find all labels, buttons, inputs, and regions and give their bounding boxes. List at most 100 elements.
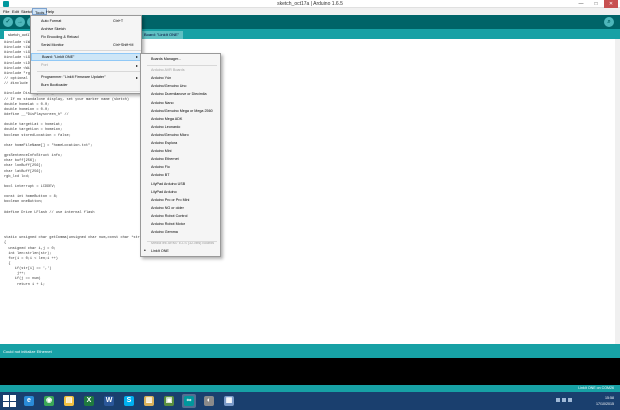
app-glyph: S [124, 396, 134, 406]
board-item-label: LilyPad Arduino [151, 189, 177, 194]
board-item-20[interactable]: Arduino Robot Motor [141, 221, 220, 229]
arduino-ide-window: sketch_oct17a | Arduino 1.6.5 — □ ✕ File… [0, 0, 620, 410]
menu-separator [37, 71, 141, 72]
board-item-12[interactable]: Arduino Ethernet [141, 156, 220, 164]
clock-date[interactable]: 17/10/2015 [596, 402, 614, 406]
board-item-1: Arduino AVR Boards [141, 67, 220, 75]
board-item-2[interactable]: Arduino Yún [141, 75, 220, 83]
menu-separator [147, 65, 217, 66]
tools-item-4[interactable]: Board: "LinkIt ONE" [31, 53, 141, 61]
board-item-5[interactable]: Arduino Nano [141, 100, 220, 108]
board-item-8[interactable]: Arduino Leonardo [141, 124, 220, 132]
board-item-7[interactable]: Arduino Mega ADK [141, 116, 220, 124]
app-glyph: ▣ [164, 396, 174, 406]
tray-icon[interactable] [562, 398, 566, 402]
tools-item-2[interactable]: Fix Encoding & Reload [31, 34, 141, 42]
board-item-14[interactable]: Arduino BT [141, 172, 220, 180]
board-item-17[interactable]: Arduino Pro or Pro Mini [141, 197, 220, 205]
board-item-label: Arduino BT [151, 173, 170, 178]
board-item-label: Arduino Esplora [151, 141, 178, 145]
taskbar-explorer-icon[interactable]: ▤ [62, 394, 76, 408]
app-glyph: ▥ [144, 396, 154, 406]
tools-item-label: Port [41, 63, 48, 67]
board-item-19[interactable]: Arduino Robot Control [141, 213, 220, 221]
taskbar-files-icon[interactable]: ▥ [142, 394, 156, 408]
minimize-button[interactable]: — [574, 0, 588, 8]
board-item-label: Arduino Mega ADK [151, 116, 183, 121]
console-output [0, 358, 620, 385]
app-glyph: X [84, 396, 94, 406]
tools-item-5[interactable]: Port [31, 62, 141, 70]
board-item-13[interactable]: Arduino Fio [141, 164, 220, 172]
board-port-status: LinkIt ONE on COM26 [578, 386, 614, 390]
board-item-label: Arduino/Genuino Micro [151, 132, 189, 137]
upload-button[interactable]: → [15, 17, 25, 27]
board-item-11[interactable]: Arduino Mini [141, 148, 220, 156]
taskbar-excel-icon[interactable]: X [82, 394, 96, 408]
tools-item-0[interactable]: Auto Format [31, 18, 141, 26]
maximize-button[interactable]: □ [589, 0, 603, 8]
shortcut-label: Ctrl+T [113, 19, 124, 23]
board-item-3[interactable]: Arduino/Genuino Uno [141, 83, 220, 91]
taskbar-app11-icon[interactable]: ▦ [222, 394, 236, 408]
taskbar-skype-icon[interactable]: S [122, 394, 136, 408]
taskbar-word-icon[interactable]: W [102, 394, 116, 408]
board-item-4[interactable]: Arduino Duemilanove or Diecimila [141, 91, 220, 99]
console-header: Could not initialize Ethernet [0, 344, 620, 358]
app-glyph: ◉ [44, 396, 54, 406]
tools-item-6[interactable]: Programmer: "LinkIt Firmware Updater" [31, 74, 141, 82]
board-item-23[interactable]: LinkIt ONE • [141, 248, 220, 256]
board-item-label: Arduino/Genuino Uno [151, 84, 187, 89]
tools-item-label: Archive Sketch [41, 27, 66, 31]
taskbar-arduino-icon[interactable]: ∞ [182, 394, 196, 408]
board-item-label: Arduino/Genuino Mega or Mega 2560 [151, 108, 213, 113]
clock-time[interactable]: 15:58 [605, 396, 614, 400]
menu-separator [37, 50, 141, 51]
editor-scrollbar[interactable] [615, 39, 620, 344]
tools-item-7[interactable]: Burn Bootloader [31, 82, 141, 90]
taskbar-photos-icon[interactable]: ▣ [162, 394, 176, 408]
windows-start-icon[interactable] [3, 395, 16, 407]
board-item-label: Arduino Nano [151, 100, 174, 105]
title-bar: sketch_oct17a | Arduino 1.6.5 — □ ✕ [0, 0, 620, 8]
taskbar-ie-icon[interactable]: e [22, 394, 36, 408]
menu-bar: File Edit Sketch Tools Help [0, 8, 620, 15]
board-item-label: Arduino Yún [151, 76, 172, 81]
board-item-15[interactable]: LilyPad Arduino USB [141, 181, 220, 189]
board-item-6[interactable]: Arduino/Genuino Mega or Mega 2560 [141, 108, 220, 116]
tools-menu: Auto Format Ctrl+T Archive Sketch Fix Encod… [30, 15, 142, 94]
close-button[interactable]: ✕ [604, 0, 618, 8]
app-glyph: ▦ [224, 396, 234, 406]
taskbar: e ◉ ▤ X W S ▥ ▣ ∞ ◐ ▦ 15:58 17/10/2015 [0, 392, 620, 410]
board-item-21[interactable]: Arduino Gemma [141, 229, 220, 237]
board-item-label: Arduino Gemma [151, 230, 178, 235]
board-item-label: Arduino Mini [151, 149, 172, 154]
verify-button[interactable]: ✓ [3, 17, 13, 27]
board-item-18[interactable]: Arduino NG or older [141, 205, 220, 213]
menu-help[interactable]: Help [44, 8, 56, 15]
app-glyph: ∞ [184, 396, 194, 406]
board-item-label: Arduino NG or older [151, 205, 184, 210]
app-glyph: ▤ [64, 396, 74, 406]
app-glyph: e [24, 396, 34, 406]
board-item-16[interactable]: LilyPad Arduino [141, 189, 220, 197]
board-item-9[interactable]: Arduino/Genuino Micro [141, 132, 220, 140]
board-item-label: LinkIt ONE [151, 249, 169, 254]
taskbar-chrome-icon[interactable]: ◉ [42, 394, 56, 408]
console-message: Could not initialize Ethernet [3, 349, 52, 354]
board-item-0[interactable]: Boards Manager... [141, 56, 220, 64]
board-item-label: Arduino Robot Motor [151, 222, 186, 226]
tray-icon[interactable] [556, 398, 560, 402]
board-item-label: Arduino Duemilanove or Diecimila [151, 92, 207, 97]
taskbar-app10-icon[interactable]: ◐ [202, 394, 216, 408]
status-bar: LinkIt ONE on COM26 [0, 385, 620, 392]
code-line: return i + 1; [4, 282, 45, 287]
board-item-10[interactable]: Arduino Esplora [141, 140, 220, 148]
board-item-label: Boards Manager... [151, 57, 182, 61]
tools-item-1[interactable]: Archive Sketch [31, 26, 141, 34]
serial-monitor-button[interactable]: ⌕ [604, 17, 614, 27]
submenu-arrow-icon: ▸ [135, 63, 138, 68]
volume-icon[interactable] [568, 398, 572, 402]
tools-item-label: Fix Encoding & Reload [41, 35, 79, 39]
board-submenu: Boards Manager... Arduino AVR Boards Ardui… [140, 53, 221, 257]
